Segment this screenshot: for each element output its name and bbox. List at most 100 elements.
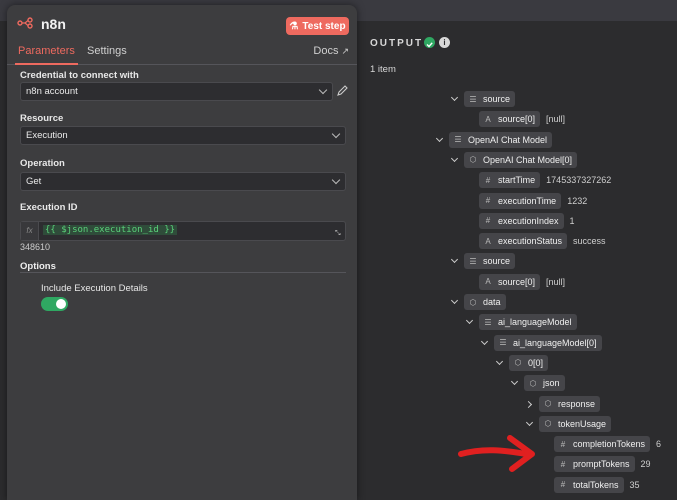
tree-key-chip: ☰ OpenAI Chat Model — [449, 131, 553, 148]
chevron-down-icon — [331, 175, 341, 185]
tree-key: response — [558, 398, 596, 409]
tree-node[interactable]: ⬡ response — [525, 395, 601, 412]
tree-node[interactable]: ⬡ data — [450, 294, 506, 310]
credential-label: Credential to connect with — [20, 70, 139, 81]
tab-settings[interactable]: Settings — [87, 45, 127, 57]
execution-id-label: Execution ID — [20, 202, 78, 213]
output-title: OUTPUT — [370, 38, 424, 49]
node-title: n8n — [41, 16, 66, 32]
execution-id-expression-input[interactable]: fx {{ $json.execution_id }} ⤡ — [20, 221, 346, 241]
tree-key: source[0] — [498, 276, 536, 287]
divider — [20, 272, 346, 273]
tree-key-chip: AexecutionStatus — [479, 233, 568, 250]
options-label: Options — [20, 261, 56, 272]
success-check-icon — [424, 37, 435, 48]
tree-node: AexecutionStatus success — [479, 233, 606, 250]
tree-key: source — [483, 94, 511, 104]
tab-parameters[interactable]: Parameters — [18, 45, 75, 57]
tree-key-chip: ☰ source — [464, 253, 516, 270]
tree-key-chip: # executionTime — [479, 192, 562, 209]
tree-key-chip: ⬡ OpenAI Chat Model[0] — [464, 151, 578, 168]
chevron-down-icon[interactable] — [450, 155, 460, 165]
tree-node[interactable]: ⬡ 0[0] — [495, 354, 549, 371]
tree-key-chip: # promptTokens — [554, 456, 635, 473]
resource-value: Execution — [26, 130, 68, 141]
object-icon: ⬡ — [529, 378, 537, 388]
active-tab-underline — [15, 63, 78, 65]
chevron-down-icon[interactable] — [450, 256, 460, 266]
tree-key: OpenAI Chat Model[0] — [483, 154, 573, 165]
tree-key-chip: ⬡ data — [464, 294, 506, 310]
tree-key-chip: ☰ source — [464, 91, 516, 107]
chevron-down-icon — [318, 85, 328, 95]
tree-key: source[0] — [498, 114, 536, 125]
panel-tabs: Parameters Settings Docs ↗ — [7, 43, 357, 65]
external-link-icon: ↗ — [341, 45, 349, 56]
credential-value: n8n account — [26, 86, 78, 97]
tree-node[interactable]: ☰ ai_languageModel — [465, 314, 577, 331]
tree-node: # completionTokens 6 — [554, 436, 662, 453]
tree-key: completionTokens — [573, 439, 646, 450]
chevron-down-icon[interactable] — [450, 94, 460, 104]
include-details-toggle[interactable] — [41, 297, 68, 311]
tree-key: executionStatus — [498, 236, 563, 247]
tree-node: # totalTokens 35 — [554, 476, 640, 493]
test-step-button[interactable]: ⚗ Test step — [286, 17, 349, 35]
tree-value: 29 — [640, 459, 651, 470]
number-icon: # — [560, 480, 566, 490]
tree-node[interactable]: ☰ source — [450, 91, 516, 107]
tree-node[interactable]: ☰ source — [450, 253, 516, 270]
tree-key: executionIndex — [498, 215, 559, 226]
tree-node[interactable]: ☰ OpenAI Chat Model — [435, 131, 553, 148]
chevron-down-icon[interactable] — [525, 419, 535, 429]
operation-select[interactable]: Get — [20, 172, 346, 191]
tree-value: 35 — [629, 479, 640, 490]
tree-key-chip: # startTime — [479, 172, 541, 189]
tree-key-chip: # executionIndex — [479, 212, 564, 229]
chevron-down-icon[interactable] — [450, 297, 460, 307]
tree-key-chip: Asource[0] — [479, 111, 541, 128]
chevron-down-icon[interactable] — [480, 338, 490, 348]
chevron-down-icon[interactable] — [465, 317, 475, 327]
tree-node: # executionIndex 1 — [479, 212, 575, 229]
tree-key: totalTokens — [573, 479, 619, 490]
chevron-down-icon[interactable] — [495, 358, 505, 368]
expression-text: {{ $json.execution_id }} — [43, 225, 178, 235]
tree-node[interactable]: ☰ ai_languageModel[0] — [480, 334, 602, 351]
tree-node[interactable]: ⬡ tokenUsage — [525, 415, 612, 432]
chevron-right-icon[interactable] — [525, 399, 535, 409]
credential-select[interactable]: n8n account — [20, 82, 333, 101]
node-parameters-panel: n8n ⚗ Test step Parameters Settings Docs… — [7, 5, 357, 500]
pencil-icon[interactable] — [337, 85, 348, 96]
list-icon: ☰ — [484, 317, 492, 327]
tree-key: tokenUsage — [558, 418, 607, 429]
docs-link[interactable]: Docs ↗ — [313, 45, 349, 57]
chevron-down-icon[interactable] — [510, 378, 520, 388]
list-icon: ☰ — [454, 135, 462, 145]
resource-select[interactable]: Execution — [20, 126, 346, 145]
tree-value: 1 — [569, 215, 575, 226]
tree-node[interactable]: ⬡ OpenAI Chat Model[0] — [450, 151, 578, 168]
tree-key: executionTime — [498, 195, 557, 206]
object-icon: ⬡ — [544, 399, 552, 408]
chevron-down-icon[interactable] — [435, 135, 445, 145]
red-arrow-annotation — [458, 435, 535, 472]
tree-node[interactable]: ⬡ json — [510, 375, 565, 392]
tree-key-chip: ⬡ tokenUsage — [539, 415, 612, 432]
tree-key-chip: ⬡ json — [524, 375, 565, 392]
tree-key-chip: ⬡ 0[0] — [509, 354, 549, 371]
tree-node: Asource[0] [null] — [479, 111, 566, 128]
tree-key: ai_languageModel — [498, 317, 572, 328]
list-icon: ☰ — [469, 94, 477, 104]
number-icon: # — [485, 175, 491, 185]
number-icon: # — [560, 439, 566, 449]
tree-key: startTime — [498, 175, 536, 186]
info-icon[interactable]: i — [439, 37, 450, 48]
test-step-label: Test step — [302, 20, 346, 32]
tree-key: 0[0] — [528, 357, 544, 368]
tree-value: 6 — [656, 439, 662, 450]
tree-value: 1232 — [567, 195, 588, 206]
tree-value: [null] — [546, 114, 566, 125]
tree-value: [null] — [546, 276, 566, 287]
expand-icon[interactable]: ⤡ — [335, 230, 343, 238]
